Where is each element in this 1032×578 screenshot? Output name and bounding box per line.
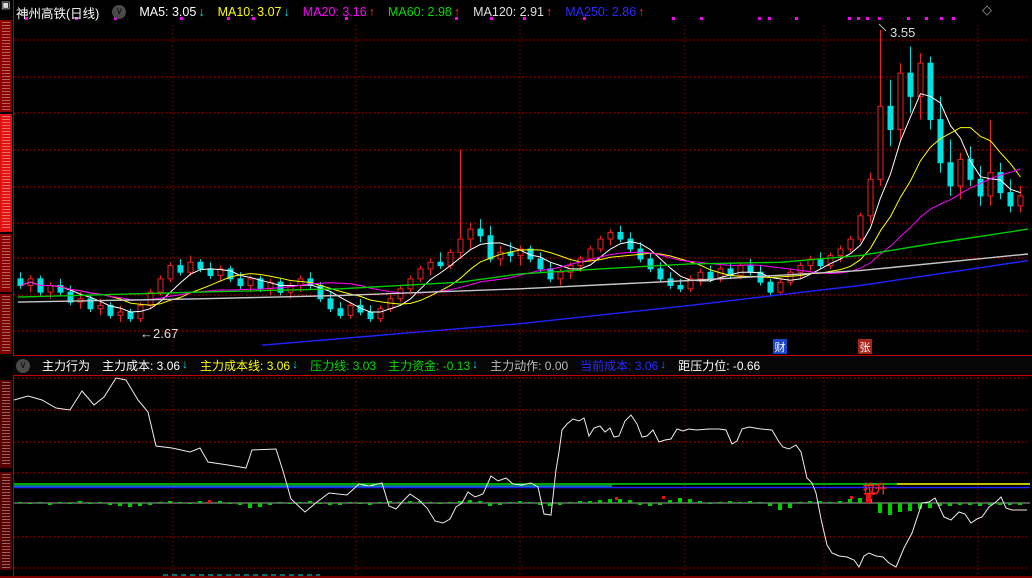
sidebar-tab-glyphs (2, 474, 10, 568)
sidebar-top-icon[interactable]: ▣ (1, 1, 10, 11)
high-price-label: 3.55 (890, 25, 915, 40)
trend-arrow-icon: ↓ (472, 357, 478, 374)
trend-arrow-icon: ↑ (546, 5, 552, 19)
trend-arrow-icon: ↓ (292, 357, 298, 374)
trend-arrow-icon: ↑ (638, 5, 644, 19)
ma-indicator-text: MA5: 3.05 (139, 5, 196, 19)
main-force-line (14, 378, 1027, 567)
indicator-field: 当前成本: 3.06↓ (580, 357, 666, 374)
trend-arrow-icon: ↑ (454, 5, 460, 19)
ma-indicator: MA20: 3.16↑ (303, 5, 375, 19)
ma-indicator-text: MA250: 2.86 (565, 5, 636, 19)
indicator-field-text: 主力资金: -0.13 (388, 357, 470, 374)
indicator-field: 压力线: 3.03 (310, 357, 376, 374)
indicator-field-text: 主力成本线: 3.06 (200, 357, 290, 374)
sidebar-tab-glyphs (2, 236, 10, 290)
indicator-field-text: 距压力位: -0.66 (678, 357, 760, 374)
sidebar-tab-glyphs (2, 22, 10, 110)
sidebar-tab[interactable] (0, 20, 12, 112)
sidebar-tab[interactable] (0, 114, 12, 232)
sidebar-tab-glyphs (2, 116, 10, 230)
sidebar-tab-glyphs (2, 382, 10, 466)
indicator-panel-header: ∨ 主力行为 主力成本: 3.06↓主力成本线: 3.06↓压力线: 3.03主… (13, 355, 1032, 376)
chart-title-bar: 神州高铁(日线) ∨ MA5: 3.05↓MA10: 3.07↓MA20: 3.… (16, 0, 644, 24)
indicator-field-text: 主力成本: 3.06 (102, 357, 180, 374)
ma-indicator: MA10: 3.07↓ (218, 5, 290, 19)
ma-indicator: MA5: 3.05↓ (139, 5, 204, 19)
sidebar-tab[interactable] (0, 234, 12, 292)
ma-indicator: MA120: 2.91↑ (473, 5, 552, 19)
chevron-down-icon[interactable]: ∨ (16, 359, 30, 373)
indicator-field-text: 压力线: 3.03 (310, 357, 376, 374)
left-tab-strip: ▣ (0, 0, 14, 578)
stock-title[interactable]: 神州高铁(日线) (16, 3, 99, 22)
sidebar-tab-glyphs (2, 296, 10, 352)
indicator-field-group: 主力成本: 3.06↓主力成本线: 3.06↓压力线: 3.03主力资金: -0… (102, 357, 760, 374)
indicator-field: 主力成本线: 3.06↓ (200, 357, 298, 374)
ma-indicator: MA250: 2.86↑ (565, 5, 644, 19)
trading-app-window: 3.55←2.67财张拉升 ▣ 神州高铁(日线) ∨ MA5: 3.05↓MA1… (0, 0, 1032, 578)
ma-line-MA60 (18, 229, 1028, 297)
indicator-name[interactable]: 主力行为 (42, 357, 90, 374)
trend-arrow-icon: ↓ (284, 5, 290, 19)
ma-indicator-group: MA5: 3.05↓MA10: 3.07↓MA20: 3.16↑MA60: 2.… (139, 5, 644, 19)
trend-arrow-icon: ↓ (660, 357, 666, 374)
ma-lines (18, 94, 1028, 346)
diamond-icon[interactable]: ◇ (982, 2, 992, 18)
ma-indicator-text: MA10: 3.07 (218, 5, 282, 19)
chart-canvas[interactable]: 3.55 ←2.67 财 张拉升 (0, 0, 1032, 578)
svg-text:财: 财 (775, 340, 786, 354)
ma-line-MA250 (262, 261, 1028, 346)
indicator-field: 距压力位: -0.66 (678, 357, 760, 374)
indicator-field: 主力成本: 3.06↓ (102, 357, 188, 374)
ma-indicator: MA60: 2.98↑ (388, 5, 460, 19)
indicator-field: 主力资金: -0.13↓ (388, 357, 478, 374)
svg-text:张: 张 (860, 341, 871, 354)
trend-arrow-icon: ↓ (198, 5, 204, 19)
sidebar-tab[interactable] (0, 294, 12, 354)
low-price-label: ←2.67 (140, 326, 178, 341)
rally-signal-label: 拉升 (863, 481, 887, 496)
indicator-field-text: 主力动作: 0.00 (490, 357, 568, 374)
chart-annotations: 3.55 ←2.67 财 张 (140, 24, 915, 354)
ma-indicator-text: MA120: 2.91 (473, 5, 544, 19)
indicator-field-text: 当前成本: 3.06 (580, 357, 658, 374)
sidebar-tab[interactable] (0, 472, 12, 570)
trend-arrow-icon: ↓ (182, 357, 188, 374)
ma-indicator-text: MA20: 3.16 (303, 5, 367, 19)
chevron-down-icon[interactable]: ∨ (112, 5, 126, 19)
indicator-field: 主力动作: 0.00 (490, 357, 568, 374)
sidebar-tab[interactable] (0, 380, 12, 468)
ma-indicator-text: MA60: 2.98 (388, 5, 452, 19)
trend-arrow-icon: ↑ (369, 5, 375, 19)
